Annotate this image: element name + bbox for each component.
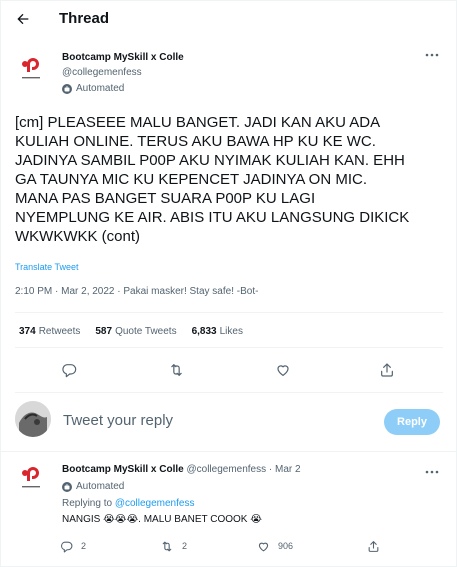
- share-action[interactable]: [367, 536, 380, 556]
- reply-action[interactable]: 2: [60, 536, 86, 556]
- avatar[interactable]: [15, 52, 47, 84]
- automated-badge: Automated: [62, 82, 124, 95]
- user-avatar-image: [15, 401, 51, 437]
- tweet-text: [cm] PLEASEEE MALU BANGET. JADI KAN AKU …: [15, 113, 445, 246]
- retweet-action[interactable]: 2: [160, 536, 187, 556]
- reply-handle-date[interactable]: @collegemenfess · Mar 2: [186, 464, 300, 475]
- reply-count: 2: [81, 541, 87, 551]
- author-handle[interactable]: @collegemenfess: [62, 66, 142, 79]
- user-avatar[interactable]: [15, 401, 51, 437]
- retweet-icon: [162, 541, 172, 551]
- more-horizontal-icon: [425, 470, 439, 474]
- divider: [15, 392, 443, 393]
- like-action[interactable]: [271, 358, 295, 382]
- retweets-stat[interactable]: 374 Retweets: [19, 326, 80, 337]
- tweet-text-line: MANA PAS BANGET SUARA P00P KU LAGI: [15, 190, 316, 207]
- college-logo-icon: [22, 58, 40, 79]
- share-icon: [368, 540, 379, 552]
- tweet-timestamp[interactable]: 2:10 PM · Mar 2, 2022 · Pakai masker! St…: [15, 286, 258, 297]
- bot-icon: [62, 83, 72, 94]
- reply-tweet-text: NANGIS 😭😭😭. MALU BANET COOOK 😭: [62, 514, 262, 525]
- more-options-button[interactable]: [425, 464, 439, 476]
- share-icon: [381, 363, 393, 377]
- replying-to-mention[interactable]: @collegemenfess: [115, 498, 195, 509]
- automated-badge: Automated: [62, 480, 124, 493]
- heart-icon: [258, 542, 269, 551]
- more-options-button[interactable]: [425, 47, 439, 59]
- reply-icon: [61, 541, 73, 552]
- college-logo-icon: [22, 467, 40, 488]
- tweet-text-line: JADINYA SAMBIL P00P AKU NYIMAK KULIAH KA…: [15, 152, 405, 169]
- share-action[interactable]: [375, 358, 399, 382]
- author-name[interactable]: Bootcamp MySkill x Colle: [62, 51, 184, 64]
- heart-icon: [277, 365, 289, 376]
- automated-label: Automated: [76, 83, 125, 94]
- reply-input[interactable]: [63, 409, 363, 433]
- retweet-count: 2: [182, 541, 188, 551]
- tweet-text-line: WKWKWKK (cont): [15, 228, 141, 245]
- tweet-text-line: GA TAUNYA MIC KU KEPENCET JADINYA ON MIC…: [15, 171, 368, 188]
- reply-author-line: Bootcamp MySkill x Colle @collegemenfess…: [62, 463, 301, 476]
- automated-label: Automated: [76, 481, 125, 492]
- replying-to-prefix: Replying to: [62, 498, 113, 509]
- page-title: Thread: [59, 10, 110, 27]
- translate-tweet-link[interactable]: Translate Tweet: [15, 262, 79, 272]
- replying-to: Replying to @collegemenfess: [62, 497, 194, 510]
- reply-action[interactable]: [57, 358, 81, 382]
- reply-tweet-actions: 2 2 906: [0, 536, 457, 556]
- tweet-text-line: KULIAH ONLINE. TERUS AKU BAWA HP KU KE W…: [15, 133, 376, 150]
- tweet-text-line: NYEMPLUNG KE AIR. ABIS ITU AKU LANGSUNG …: [15, 209, 410, 226]
- quote-tweets-stat[interactable]: 587 Quote Tweets: [95, 326, 176, 337]
- arrow-left-icon: [17, 13, 29, 25]
- reply-avatar[interactable]: [15, 461, 47, 493]
- like-action[interactable]: 906: [257, 536, 293, 556]
- retweet-icon: [170, 364, 182, 376]
- likes-stat[interactable]: 6,833 Likes: [192, 326, 243, 337]
- divider: [15, 312, 443, 313]
- retweet-action[interactable]: [164, 358, 188, 382]
- reply-icon: [62, 364, 77, 378]
- more-horizontal-icon: [425, 53, 439, 57]
- reply-author-name[interactable]: Bootcamp MySkill x Colle: [62, 464, 184, 475]
- tweet-stats: 374 Retweets 587 Quote Tweets 6,833 Likes: [19, 326, 243, 337]
- tweet-actions: [0, 358, 457, 382]
- reply-button[interactable]: Reply: [384, 409, 440, 435]
- bot-icon: [62, 481, 72, 492]
- divider: [0, 451, 457, 452]
- tweet-text-line: [cm] PLEASEEE MALU BANGET. JADI KAN AKU …: [15, 114, 381, 131]
- back-button[interactable]: [10, 6, 36, 32]
- like-count: 906: [278, 541, 294, 551]
- divider: [15, 347, 443, 348]
- header: Thread: [0, 0, 457, 38]
